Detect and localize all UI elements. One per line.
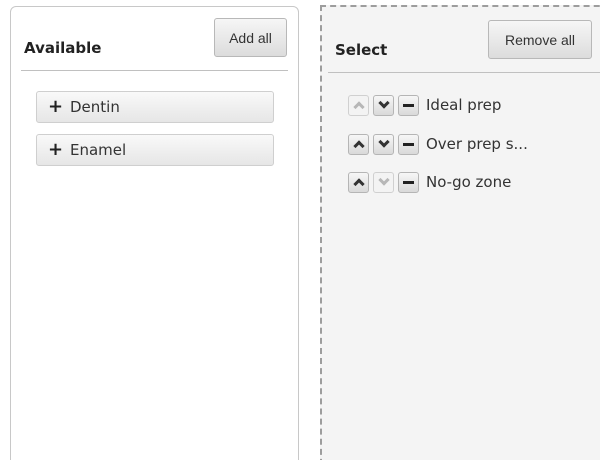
move-down-button[interactable]: [373, 94, 394, 116]
minus-icon: [403, 142, 414, 146]
selected-item-ideal-prep: Ideal prep: [348, 94, 501, 116]
selected-item-no-go-zone: No-go zone: [348, 171, 511, 193]
plus-icon: +: [48, 96, 64, 117]
minus-icon: [403, 103, 414, 107]
selected-item-over-prep: Over prep s...: [348, 133, 528, 155]
select-panel: Select Remove all Ideal prep Over prep s…: [320, 5, 600, 460]
chevron-down-icon: [377, 136, 390, 148]
available-item-label: Dentin: [70, 98, 120, 116]
available-panel: Available Add all + Dentin + Enamel: [10, 6, 299, 460]
move-down-button[interactable]: [373, 171, 394, 193]
chevron-up-icon: [352, 178, 365, 190]
select-title: Select: [335, 41, 388, 59]
available-header-divider: [21, 70, 288, 71]
chevron-up-icon: [352, 101, 365, 113]
move-up-button[interactable]: [348, 94, 369, 116]
move-up-button[interactable]: [348, 133, 369, 155]
chevron-up-icon: [352, 140, 365, 152]
move-down-button[interactable]: [373, 133, 394, 155]
available-item-label: Enamel: [70, 141, 127, 159]
plus-icon: +: [48, 139, 64, 160]
select-header-divider: [328, 72, 600, 73]
chevron-down-icon: [377, 97, 390, 109]
selected-item-label: Ideal prep: [426, 96, 502, 114]
add-all-button[interactable]: Add all: [214, 18, 287, 57]
remove-item-button[interactable]: [398, 171, 419, 193]
selected-item-label: Over prep s...: [426, 135, 528, 153]
available-title: Available: [24, 39, 102, 57]
remove-all-button[interactable]: Remove all: [488, 20, 592, 59]
available-item-dentin[interactable]: + Dentin: [36, 91, 274, 123]
remove-item-button[interactable]: [398, 94, 419, 116]
list-transfer-widget: Available Add all + Dentin + Enamel Sele…: [0, 0, 600, 460]
available-item-enamel[interactable]: + Enamel: [36, 134, 274, 166]
selected-item-label: No-go zone: [426, 173, 512, 191]
minus-icon: [403, 180, 414, 184]
remove-item-button[interactable]: [398, 133, 419, 155]
chevron-down-icon: [377, 174, 390, 186]
move-up-button[interactable]: [348, 171, 369, 193]
